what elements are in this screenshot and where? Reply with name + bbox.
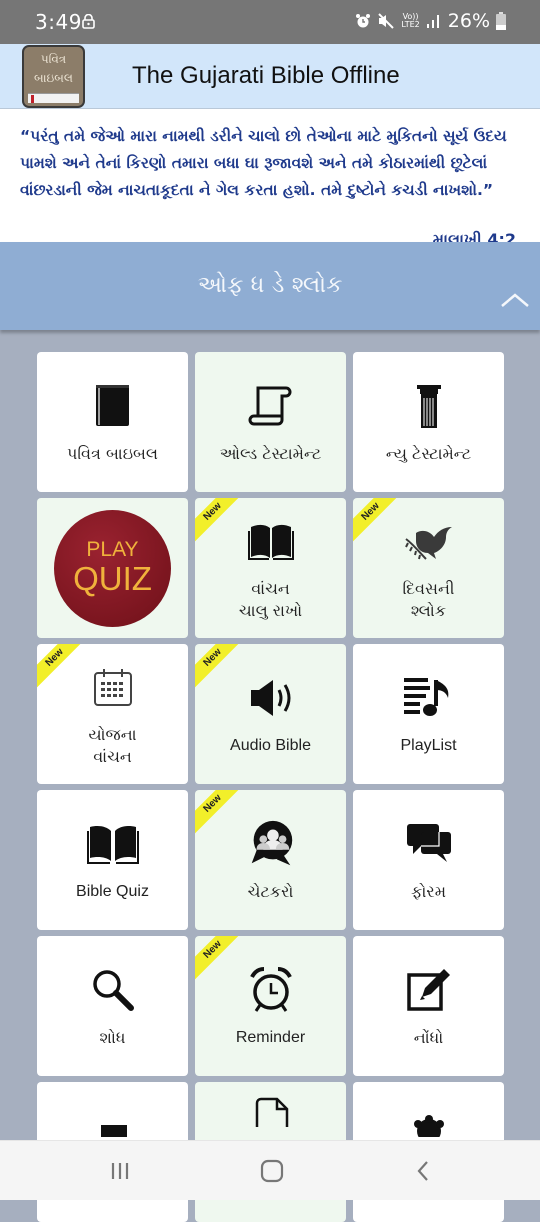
- grid-item-notes[interactable]: નોંધો: [353, 936, 504, 1076]
- grid-item-book[interactable]: પવિત્ર બાઇબલ: [37, 352, 188, 492]
- lock-icon: [82, 14, 95, 29]
- grid-item-label: ફોરમ: [411, 882, 446, 901]
- open-book-icon: [244, 514, 298, 568]
- grid-item-label: ઓલ્ડ ટેસ્ટામેન્ટ: [219, 444, 322, 463]
- verse-of-day-banner[interactable]: ઓફ ધ ડે શ્લોક: [0, 242, 540, 330]
- grid-item-dove[interactable]: New દિવસની શ્લોક: [353, 498, 504, 638]
- grid-item-label: Bible Quiz: [76, 883, 149, 900]
- new-badge: New: [195, 790, 247, 838]
- new-badge: New: [195, 644, 247, 692]
- app-logo-text: પવિત્ર બાઇબલ: [33, 52, 73, 85]
- grid-item-forum[interactable]: ફોરમ: [353, 790, 504, 930]
- bookmark-ribbon: [31, 95, 34, 103]
- book-icon: [86, 379, 140, 433]
- grid-item-open-book[interactable]: New વાંચન ચાલુ રાખો: [195, 498, 346, 638]
- playlist-icon: [402, 671, 456, 725]
- app-title: The Gujarati Bible Offline: [132, 62, 400, 89]
- grid-item-label: ચેટકરો: [247, 882, 294, 901]
- grid-item-label: ન્યુ ટેસ્ટામેન્ટ: [385, 444, 472, 463]
- grid-item-label: યોજના વાંચન: [88, 725, 137, 766]
- new-badge: New: [195, 498, 247, 546]
- grid-item-label: નોંધો: [413, 1028, 444, 1047]
- status-bar: 3:49 Vo)) LTE2 26%: [0, 0, 540, 44]
- forum-icon: [402, 817, 456, 871]
- grid-item-label: Reminder: [235, 1029, 306, 1046]
- recents-icon[interactable]: [105, 1159, 135, 1183]
- verse-text: “પરંતુ તમે જેઓ મારા નામથી ડરીને ચાલો છો …: [20, 127, 507, 199]
- network-type: Vo)) LTE2: [401, 12, 420, 29]
- mute-icon: [378, 13, 395, 29]
- document-icon: [244, 1090, 298, 1144]
- grid-item-label: Audio Bible: [230, 737, 311, 754]
- calendar-icon: [86, 660, 140, 714]
- pillar-icon: [402, 379, 456, 433]
- grid-item-scroll[interactable]: ઓલ્ડ ટેસ્ટામેન્ટ: [195, 352, 346, 492]
- grid-item-label: વાંચન ચાલુ રાખો: [238, 579, 303, 620]
- alarm-clock-icon: [244, 963, 298, 1017]
- grid-item-calendar[interactable]: New યોજના વાંચન: [37, 644, 188, 784]
- app-header: પવિત્ર બાઇબલ The Gujarati Bible Offline: [0, 44, 540, 109]
- system-navbar: [0, 1140, 540, 1200]
- grid-item-bible-quiz[interactable]: Bible Quiz: [37, 790, 188, 930]
- book-pages: [28, 93, 79, 103]
- grid-item-playlist[interactable]: PlayList: [353, 644, 504, 784]
- scroll-icon: [244, 379, 298, 433]
- grid-item-speaker[interactable]: New Audio Bible: [195, 644, 346, 784]
- grid-item-alarm-clock[interactable]: New Reminder: [195, 936, 346, 1076]
- signal-icon: [426, 15, 439, 28]
- grid-item-search[interactable]: શોધ: [37, 936, 188, 1076]
- new-badge: New: [37, 644, 89, 692]
- new-badge: New: [353, 498, 405, 546]
- battery-percent: 26%: [447, 10, 490, 32]
- search-icon: [86, 963, 140, 1017]
- grid-item-pillar[interactable]: ન્યુ ટેસ્ટામેન્ટ: [353, 352, 504, 492]
- feature-grid: પવિત્ર બાઇબલ ઓલ્ડ ટેસ્ટામેન્ટ ન્યુ ટેસ્ટામ…: [37, 352, 504, 1222]
- app-logo[interactable]: પવિત્ર બાઇબલ: [22, 45, 85, 108]
- grid-item-label: પવિત્ર બાઇબલ: [67, 444, 158, 463]
- banner-label: ઓફ ધ ડે શ્લોક: [197, 272, 343, 298]
- bible-quiz-icon: [86, 817, 140, 871]
- grid-item-chat-group[interactable]: New ચેટકરો: [195, 790, 346, 930]
- grid-item-play-quiz[interactable]: PLAY QUIZ: [37, 498, 188, 638]
- chat-group-icon: [244, 817, 298, 871]
- status-time: 3:49: [35, 10, 82, 34]
- grid-item-label: શોધ: [99, 1028, 126, 1047]
- back-icon[interactable]: [409, 1159, 439, 1183]
- dove-icon: [402, 514, 456, 568]
- play-quiz-text-top: PLAY: [86, 538, 139, 561]
- bookmark-icon: [86, 1090, 140, 1144]
- settings-icon: [402, 1090, 456, 1144]
- chevron-up-icon[interactable]: [500, 292, 530, 308]
- new-badge: New: [195, 936, 247, 984]
- verse-of-day-panel[interactable]: “પરંતુ તમે જેઓ મારા નામથી ડરીને ચાલો છો …: [0, 109, 540, 249]
- notes-icon: [402, 963, 456, 1017]
- battery-icon: [496, 12, 506, 30]
- speaker-icon: [244, 671, 298, 725]
- play-quiz-text-bottom: QUIZ: [73, 560, 152, 597]
- home-icon[interactable]: [257, 1159, 287, 1183]
- grid-item-label: PlayList: [400, 737, 457, 754]
- grid-item-label: દિવસની શ્લોક: [402, 579, 455, 620]
- play-quiz-icon: PLAY QUIZ: [54, 509, 171, 627]
- alarm-icon: [356, 14, 371, 28]
